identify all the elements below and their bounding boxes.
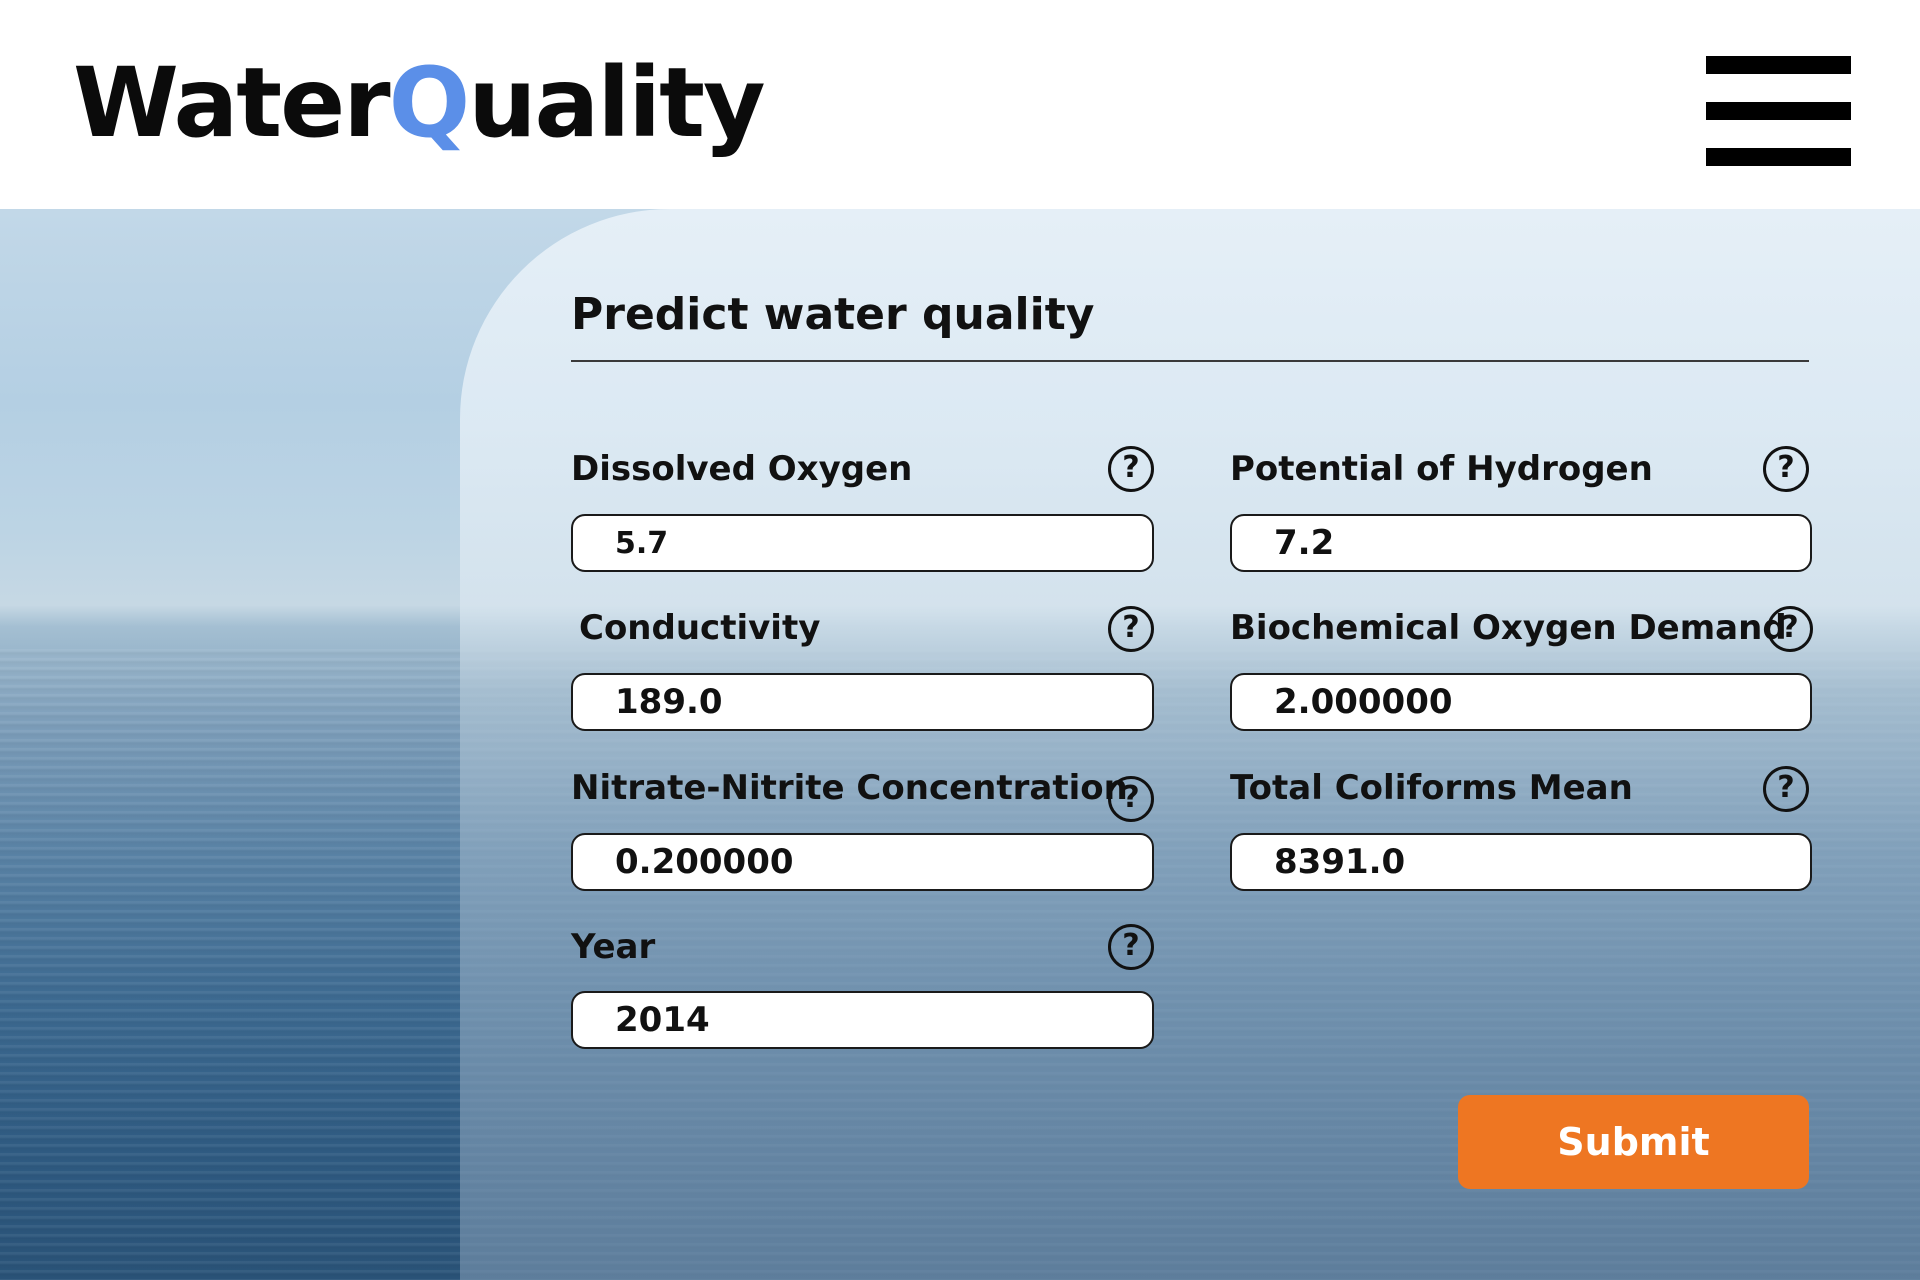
nitrate-label: Nitrate-Nitrite Concentration — [571, 768, 1128, 808]
ph-help-icon[interactable]: ? — [1763, 446, 1809, 492]
year-label: Year — [571, 927, 656, 967]
logo-text-water: Water — [73, 47, 391, 159]
bod-input[interactable] — [1230, 673, 1812, 731]
ph-input[interactable] — [1230, 514, 1812, 572]
conductivity-input[interactable] — [571, 673, 1154, 731]
dissolved-oxygen-help-icon[interactable]: ? — [1108, 446, 1154, 492]
logo-text-uality: uality — [468, 47, 765, 159]
dissolved-oxygen-label: Dissolved Oxygen — [571, 449, 913, 489]
submit-button[interactable]: Submit — [1458, 1095, 1809, 1189]
logo[interactable]: WaterQuality — [73, 47, 766, 159]
page-title: Predict water quality — [571, 289, 1095, 340]
nitrate-help-icon[interactable]: ? — [1108, 776, 1154, 822]
coliforms-input[interactable] — [1230, 833, 1812, 891]
hamburger-menu-icon[interactable] — [1706, 56, 1851, 166]
title-divider — [571, 360, 1809, 362]
logo-text-q: Q — [388, 47, 471, 159]
year-help-icon[interactable]: ? — [1108, 924, 1154, 970]
bod-help-icon[interactable]: ? — [1767, 606, 1813, 652]
coliforms-label: Total Coliforms Mean — [1230, 768, 1633, 808]
ph-label: Potential of Hydrogen — [1230, 449, 1653, 489]
conductivity-label: Conductivity — [579, 608, 821, 648]
header: WaterQuality — [0, 0, 1920, 209]
dissolved-oxygen-input[interactable] — [571, 514, 1154, 572]
bod-label: Biochemical Oxygen Demand — [1230, 608, 1787, 648]
year-input[interactable] — [571, 991, 1154, 1049]
nitrate-input[interactable] — [571, 833, 1154, 891]
coliforms-help-icon[interactable]: ? — [1763, 766, 1809, 812]
conductivity-help-icon[interactable]: ? — [1108, 606, 1154, 652]
